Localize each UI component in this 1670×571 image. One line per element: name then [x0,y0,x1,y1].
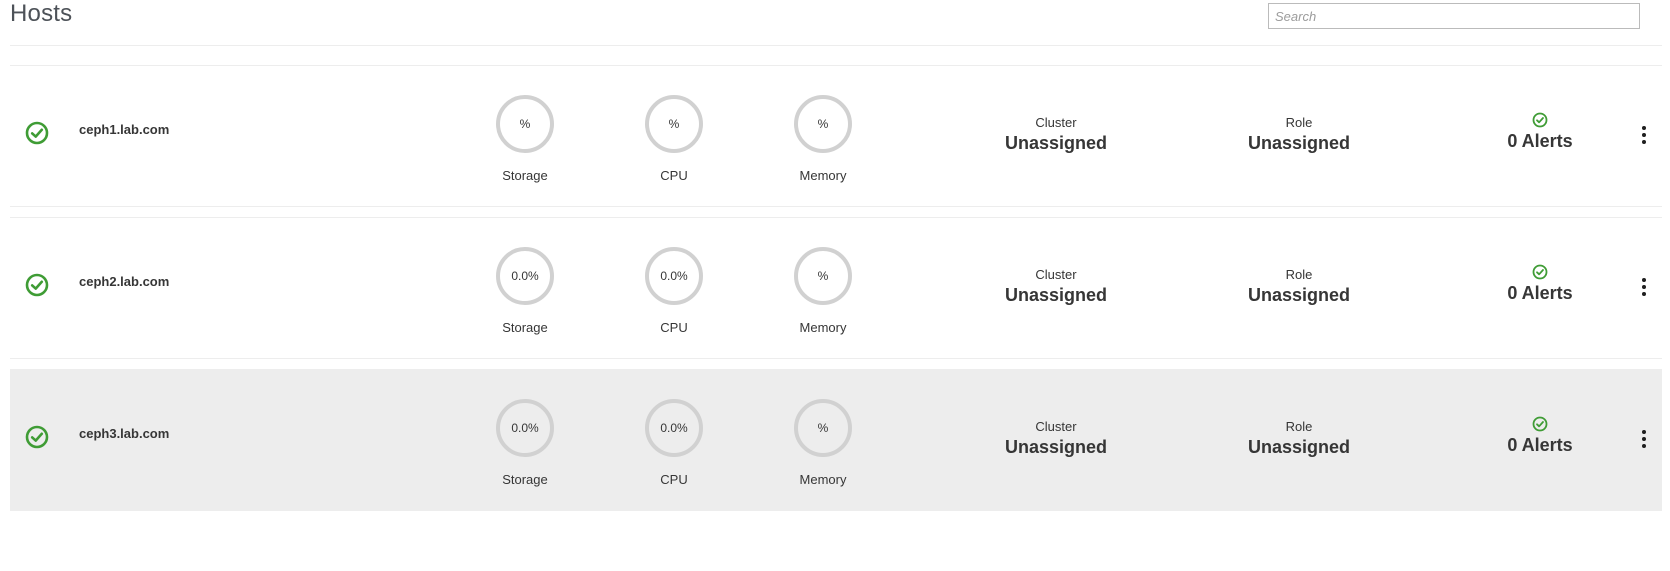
role-label: Role [1285,419,1313,434]
cluster-value: Unassigned [1004,133,1108,153]
storage-label: Storage [502,168,548,183]
memory-gauge: % Memory [783,399,863,487]
host-row[interactable]: ceph3.lab.com 0.0% Storage 0.0% CPU % Me… [10,369,1662,511]
cpu-label: CPU [660,472,688,487]
ok-circle-icon [25,273,49,297]
cluster-value: Unassigned [1004,437,1108,457]
cpu-value: 0.0% [645,247,703,305]
storage-gauge: 0.0% Storage [485,399,565,487]
memory-value: % [794,247,852,305]
alerts-count: 0 Alerts [1507,435,1573,455]
alerts-count: 0 Alerts [1507,131,1573,151]
cpu-value: % [645,95,703,153]
storage-label: Storage [502,472,548,487]
alerts-summary[interactable]: 0 Alerts [1490,112,1590,152]
cluster-value: Unassigned [1004,285,1108,305]
role-info: Role Unassigned [1219,267,1379,306]
cluster-label: Cluster [1035,419,1077,434]
cpu-gauge: 0.0% CPU [634,247,714,335]
search-input[interactable] [1269,4,1639,28]
role-value: Unassigned [1247,437,1351,457]
storage-label: Storage [502,320,548,335]
alerts-summary[interactable]: 0 Alerts [1490,416,1590,456]
role-info: Role Unassigned [1219,419,1379,458]
host-row[interactable]: ceph2.lab.com 0.0% Storage 0.0% CPU % Me… [10,217,1662,359]
storage-value: 0.0% [496,399,554,457]
cpu-label: CPU [660,168,688,183]
role-label: Role [1285,267,1313,282]
storage-value: % [496,95,554,153]
storage-gauge: 0.0% Storage [485,247,565,335]
memory-value: % [794,95,852,153]
ok-circle-icon [25,121,49,145]
host-row[interactable]: ceph1.lab.com % Storage % CPU % Memory C… [10,65,1662,207]
alert-ok-icon [1532,112,1548,128]
storage-value: 0.0% [496,247,554,305]
memory-label: Memory [799,472,847,487]
page-title: Hosts [10,0,73,27]
cpu-label: CPU [660,320,688,335]
header-divider [10,45,1662,46]
memory-gauge: % Memory [783,247,863,335]
storage-gauge: % Storage [485,95,565,183]
alerts-summary[interactable]: 0 Alerts [1490,264,1590,304]
memory-label: Memory [799,320,847,335]
ok-circle-icon [25,425,49,449]
host-name[interactable]: ceph1.lab.com [79,122,169,137]
cluster-info: Cluster Unassigned [976,419,1136,458]
role-info: Role Unassigned [1219,115,1379,154]
memory-gauge: % Memory [783,95,863,183]
cpu-gauge: 0.0% CPU [634,399,714,487]
cpu-value: 0.0% [645,399,703,457]
kebab-menu-icon[interactable] [1638,278,1650,296]
search-box[interactable] [1268,3,1640,29]
alert-ok-icon [1532,416,1548,432]
memory-value: % [794,399,852,457]
cluster-info: Cluster Unassigned [976,115,1136,154]
kebab-menu-icon[interactable] [1638,126,1650,144]
cluster-label: Cluster [1035,115,1077,130]
cluster-info: Cluster Unassigned [976,267,1136,306]
host-name[interactable]: ceph2.lab.com [79,274,169,289]
role-value: Unassigned [1247,285,1351,305]
cluster-label: Cluster [1035,267,1077,282]
alert-ok-icon [1532,264,1548,280]
role-value: Unassigned [1247,133,1351,153]
kebab-menu-icon[interactable] [1638,430,1650,448]
cpu-gauge: % CPU [634,95,714,183]
alerts-count: 0 Alerts [1507,283,1573,303]
host-name[interactable]: ceph3.lab.com [79,426,169,441]
role-label: Role [1285,115,1313,130]
memory-label: Memory [799,168,847,183]
